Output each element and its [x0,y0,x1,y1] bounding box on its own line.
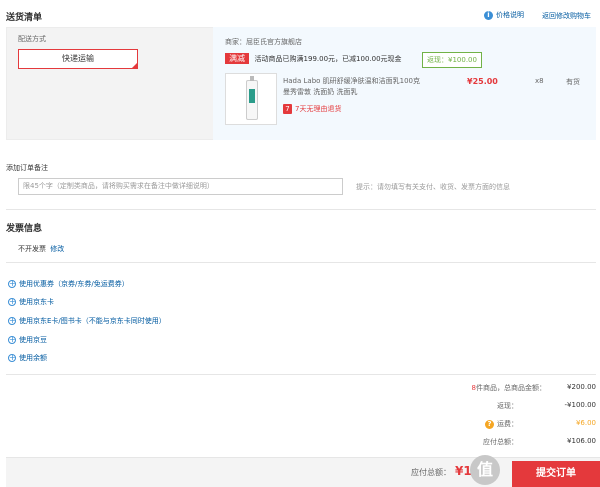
return-policy: 7 7天无理由退货 [283,104,341,114]
note-label: 添加订单备注 [6,164,48,172]
page-title: 送货清单 [6,13,43,23]
product-thumbnail[interactable] [225,73,277,125]
use-balance-option[interactable]: + 使用余额 [8,353,47,363]
product-price: ¥25.00 [467,77,498,86]
invoice-edit-link[interactable]: 修改 [50,245,64,253]
use-coupon-option[interactable]: + 使用优惠券（京券/东券/免运费券） [8,279,129,289]
expand-plus-icon[interactable]: + [8,317,16,325]
promo-tag: 满减 [225,53,249,64]
divider [6,374,596,375]
expand-plus-icon[interactable]: + [8,298,16,306]
summary-rebate: -¥100.00 [564,401,596,409]
back-to-cart-link[interactable]: 返回修改购物车 [542,11,591,21]
invoice-title: 发票信息 [6,224,43,234]
promo-text: 活动商品已购满199.00元，已减100.00元现金 [254,55,402,63]
use-ecard-option[interactable]: + 使用京东E卡/图书卡（不能与京东卡同时使用） [8,316,166,326]
product-qty: x8 [535,77,544,85]
submit-order-button[interactable]: 提交订单 [512,461,600,487]
shipping-method-label: 配送方式 [18,35,46,43]
expand-plus-icon[interactable]: + [8,280,16,288]
summary-shipping-label: ? 运费： [406,419,518,429]
summary-shipping-fee: ¥6.00 [575,419,596,427]
info-icon: i [484,10,493,20]
footer-payable-label: 应付总额： [411,468,451,477]
use-jd-beans-option[interactable]: + 使用京豆 [8,335,47,345]
product-bottle-image [246,76,258,120]
product-stock: 有货 [566,78,580,86]
note-hint: 提示：请勿填写有关支付、收货、发票方面的信息 [356,183,510,191]
footer-bar [6,457,600,487]
summary-payable-label: 应付总额： [483,438,518,446]
promo-row: 满减 活动商品已购满199.00元，已减100.00元现金 [225,53,402,64]
invoice-value: 不开发票 修改 [18,245,65,253]
summary-count: 8件商品，总商品金额： [471,384,546,392]
summary-total: ¥200.00 [567,383,596,391]
divider [6,262,596,263]
summary-payable: ¥106.00 [567,437,596,445]
summary-rebate-label: 返现： [497,402,518,410]
divider [6,209,596,210]
merchant-name: 商家：屈臣氏官方旗舰店 [225,38,302,46]
rebate-badge: 返现：¥100.00 [422,52,482,68]
question-icon[interactable]: ? [485,419,494,429]
shipping-method-button[interactable]: 快递运输 [18,49,138,69]
order-note-input[interactable]: 限45个字（定制类商品，请将购买需求在备注中做详细说明） [18,178,343,195]
use-jd-card-option[interactable]: + 使用京东卡 [8,297,54,307]
expand-plus-icon[interactable]: + [8,336,16,344]
expand-plus-icon[interactable]: + [8,354,16,362]
price-explain-link[interactable]: i 价格说明 [484,10,524,20]
product-name[interactable]: Hada Labo 肌研舒缓净肤温和洁面乳100克 曼秀雷敦 洗面奶 洗面乳 [283,76,420,98]
watermark-logo: 值 [470,455,500,485]
return-icon: 7 [283,104,292,114]
